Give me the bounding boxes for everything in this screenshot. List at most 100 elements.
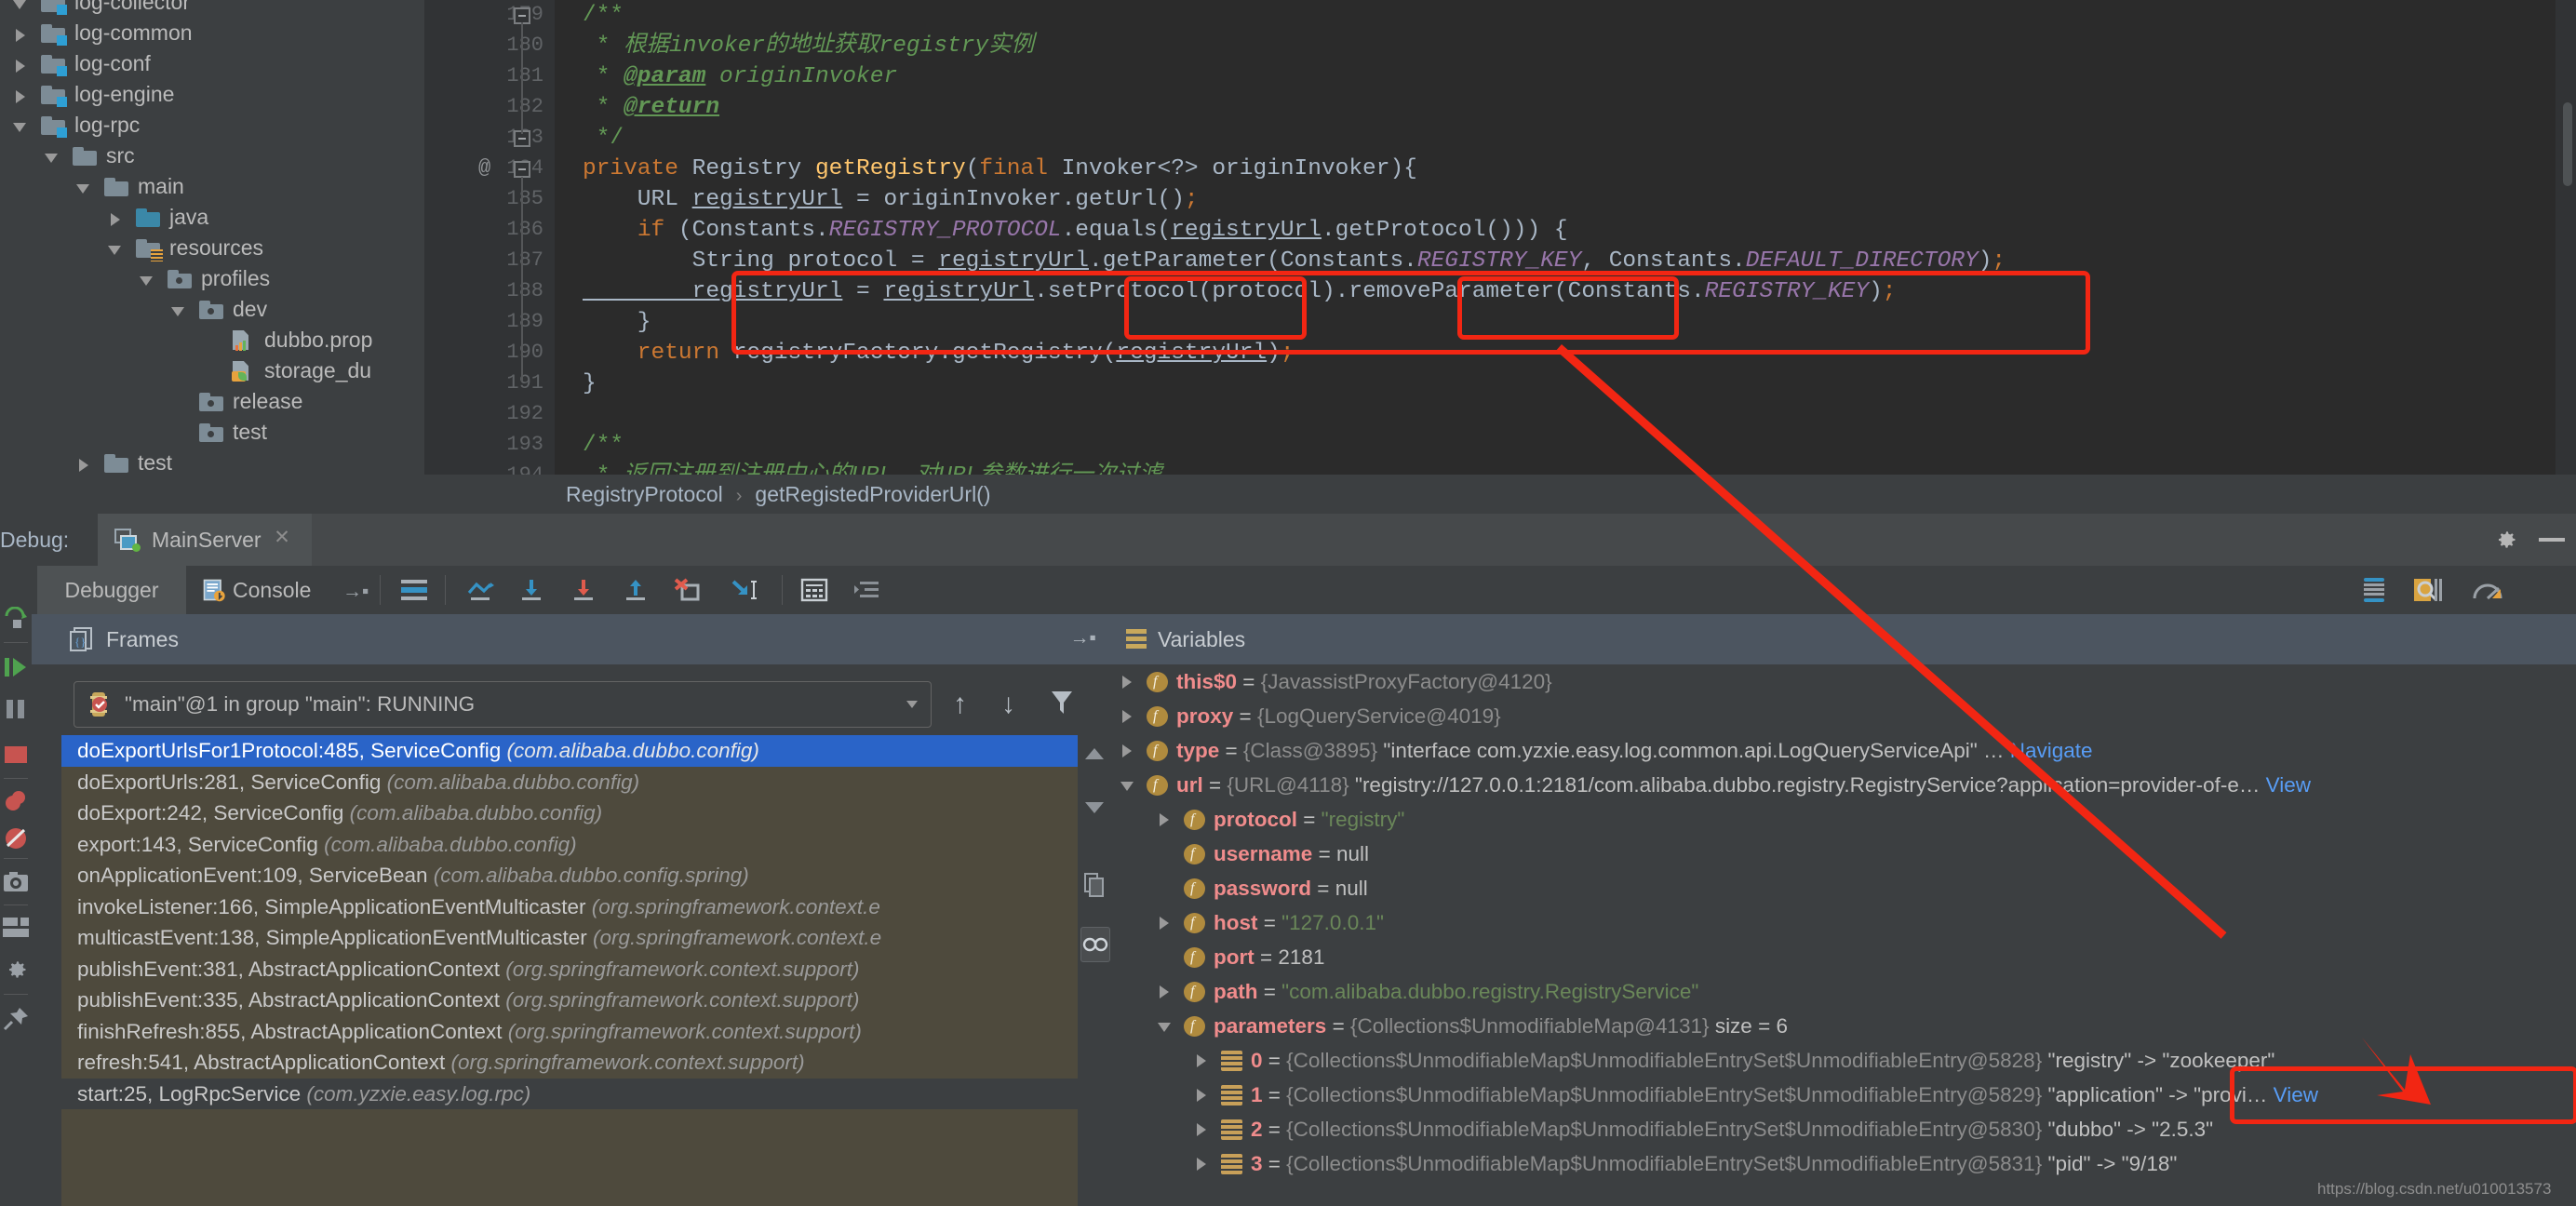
step-out-icon[interactable] (622, 578, 650, 607)
variable-row[interactable]: f this$0 = {JavassistProxyFactory@4120} (1111, 664, 2576, 699)
tree-item-log-common[interactable]: log-common (0, 18, 424, 48)
tree-item-src[interactable]: src (0, 141, 424, 171)
frame-row[interactable]: export:143, ServiceConfig (com.alibaba.d… (61, 829, 1090, 861)
inspect-icon[interactable] (2412, 576, 2444, 609)
chevron-right-icon[interactable] (1195, 1146, 1212, 1181)
chevron-down-icon[interactable] (171, 294, 190, 325)
run-to-cursor-icon[interactable] (730, 578, 761, 607)
evaluate-expression-icon[interactable] (800, 578, 828, 607)
tree-item-dev[interactable]: dev (0, 294, 424, 325)
frame-row[interactable]: publishEvent:381, AbstractApplicationCon… (61, 954, 1090, 985)
chevron-down-icon[interactable] (108, 233, 127, 263)
chevron-right-icon[interactable] (1120, 664, 1137, 699)
chevron-down-icon[interactable] (1120, 768, 1137, 802)
chevron-right-icon[interactable] (1158, 905, 1174, 940)
fold-toggle-icon[interactable] (514, 161, 530, 178)
tree-item-log-collector[interactable]: log-collector (0, 0, 424, 18)
layout-icon[interactable] (400, 578, 428, 607)
frame-row[interactable]: refresh:541, AbstractApplicationContext … (61, 1047, 1090, 1079)
chevron-right-icon[interactable] (76, 448, 95, 478)
tree-item-storage-du[interactable]: storage_du (0, 355, 424, 386)
step-into-icon[interactable] (517, 578, 545, 607)
scroll-up-icon[interactable] (1084, 746, 1105, 766)
infinity-icon[interactable] (1080, 927, 1110, 962)
chevron-down-icon[interactable] (906, 701, 918, 708)
tab-console[interactable]: Console (233, 566, 311, 614)
layout-settings-icon[interactable] (3, 918, 29, 943)
gear-icon[interactable] (2492, 527, 2518, 553)
force-step-into-icon[interactable] (570, 578, 597, 607)
tree-item-resources[interactable]: resources (0, 233, 424, 263)
tree-item-release[interactable]: release (0, 386, 424, 417)
code-editor[interactable]: 1791801811821831841851861871881891901911… (424, 0, 2576, 514)
chevron-right-icon[interactable] (1195, 1043, 1212, 1078)
chevron-down-icon[interactable] (140, 263, 158, 294)
frame-row[interactable]: finishRefresh:855, AbstractApplicationCo… (61, 1016, 1090, 1048)
filter-icon[interactable] (1050, 689, 1074, 721)
drop-frame-icon[interactable] (674, 578, 704, 607)
variable-row[interactable]: f proxy = {LogQueryService@4019} (1111, 699, 2576, 733)
tree-item-log-conf[interactable]: log-conf (0, 48, 424, 79)
frames-list[interactable]: doExportUrlsFor1Protocol:485, ServiceCon… (61, 735, 1090, 1206)
close-icon[interactable]: ✕ (273, 528, 291, 547)
code-text-area[interactable]: /** * 根据invoker的地址获取registry实例 * @param … (555, 0, 2576, 475)
frame-row[interactable]: invokeListener:166, SimpleApplicationEve… (61, 891, 1090, 923)
variable-row[interactable]: 3 = {Collections$UnmodifiableMap$Unmodif… (1111, 1146, 2576, 1181)
chevron-right-icon[interactable] (1195, 1112, 1212, 1146)
chevron-down-icon[interactable] (13, 0, 32, 18)
variable-row[interactable]: f host = "127.0.0.1" (1111, 905, 2576, 940)
resume-program-icon[interactable] (4, 655, 28, 684)
chevron-right-icon[interactable] (13, 18, 32, 48)
stop-icon[interactable] (4, 744, 28, 770)
variable-row[interactable]: f username = null (1111, 837, 2576, 871)
chevron-right-icon[interactable] (1120, 699, 1137, 733)
frame-row[interactable]: onApplicationEvent:109, ServiceBean (com… (61, 860, 1090, 891)
tree-item-log-engine[interactable]: log-engine (0, 79, 424, 110)
frames-scroll-controls[interactable] (1078, 735, 1111, 1206)
chevron-down-icon[interactable] (1158, 1009, 1174, 1043)
rerun-icon[interactable] (3, 606, 29, 637)
chevron-right-icon[interactable] (13, 48, 32, 79)
tree-item-test[interactable]: test (0, 448, 424, 478)
debug-session-tab[interactable]: MainServer ✕ (98, 514, 312, 566)
frame-row[interactable]: doExport:242, ServiceConfig (com.alibaba… (61, 797, 1090, 829)
frame-row[interactable]: multicastEvent:138, SimpleApplicationEve… (61, 922, 1090, 954)
tab-debugger[interactable]: Debugger (37, 566, 186, 614)
profiler-icon[interactable] (2472, 576, 2503, 609)
tree-item-main[interactable]: main (0, 171, 424, 202)
chevron-right-icon[interactable] (1158, 974, 1174, 1009)
variable-row[interactable]: f type = {Class@3895} "interface com.yzxi… (1111, 733, 2576, 768)
breadcrumb-class[interactable]: RegistryProtocol (566, 482, 723, 506)
threads-icon[interactable] (2358, 576, 2390, 609)
variable-row[interactable]: f port = 2181 (1111, 940, 2576, 974)
frame-row[interactable]: doExportUrlsFor1Protocol:485, ServiceCon… (61, 735, 1090, 767)
camera-icon[interactable] (3, 871, 29, 898)
frame-row[interactable]: start:25, LogRpcService (com.yzxie.easy.… (61, 1078, 1090, 1109)
tree-item-dubbo-prop[interactable]: dubbo.prop (0, 325, 424, 355)
settings-icon[interactable] (2, 957, 30, 987)
variable-row[interactable]: f password = null (1111, 871, 2576, 905)
view-breakpoints-icon[interactable] (3, 789, 29, 818)
variable-row[interactable]: f url = {URL@4118} "registry://127.0.0.1:… (1111, 768, 2576, 802)
pause-program-icon[interactable] (5, 698, 27, 725)
chevron-right-icon[interactable] (108, 202, 127, 233)
chevron-down-icon[interactable] (76, 171, 95, 202)
tree-item-profiles[interactable]: profiles (0, 263, 424, 294)
move-to-right-icon[interactable]: →▪ (342, 581, 369, 603)
variable-row[interactable]: f protocol = "registry" (1111, 802, 2576, 837)
chevron-right-icon[interactable] (1120, 733, 1137, 768)
mute-breakpoints-icon[interactable] (4, 826, 28, 855)
move-panel-icon[interactable]: →▪ (1070, 627, 1096, 650)
frame-row[interactable]: publishEvent:335, AbstractApplicationCon… (61, 985, 1090, 1016)
chevron-down-icon[interactable] (13, 110, 32, 141)
copy-stack-icon[interactable] (1084, 873, 1105, 902)
chevron-down-icon[interactable] (45, 141, 63, 171)
minimize-icon[interactable] (2539, 538, 2565, 542)
up-arrow-icon[interactable]: ↑ (953, 689, 967, 720)
frame-row[interactable]: doExportUrls:281, ServiceConfig (com.ali… (61, 767, 1090, 798)
chevron-right-icon[interactable] (1158, 802, 1174, 837)
tree-item-java[interactable]: java (0, 202, 424, 233)
down-arrow-icon[interactable]: ↓ (1001, 689, 1015, 720)
step-over-icon[interactable] (465, 578, 497, 607)
breadcrumb-method[interactable]: getRegistedProviderUrl() (755, 482, 990, 506)
